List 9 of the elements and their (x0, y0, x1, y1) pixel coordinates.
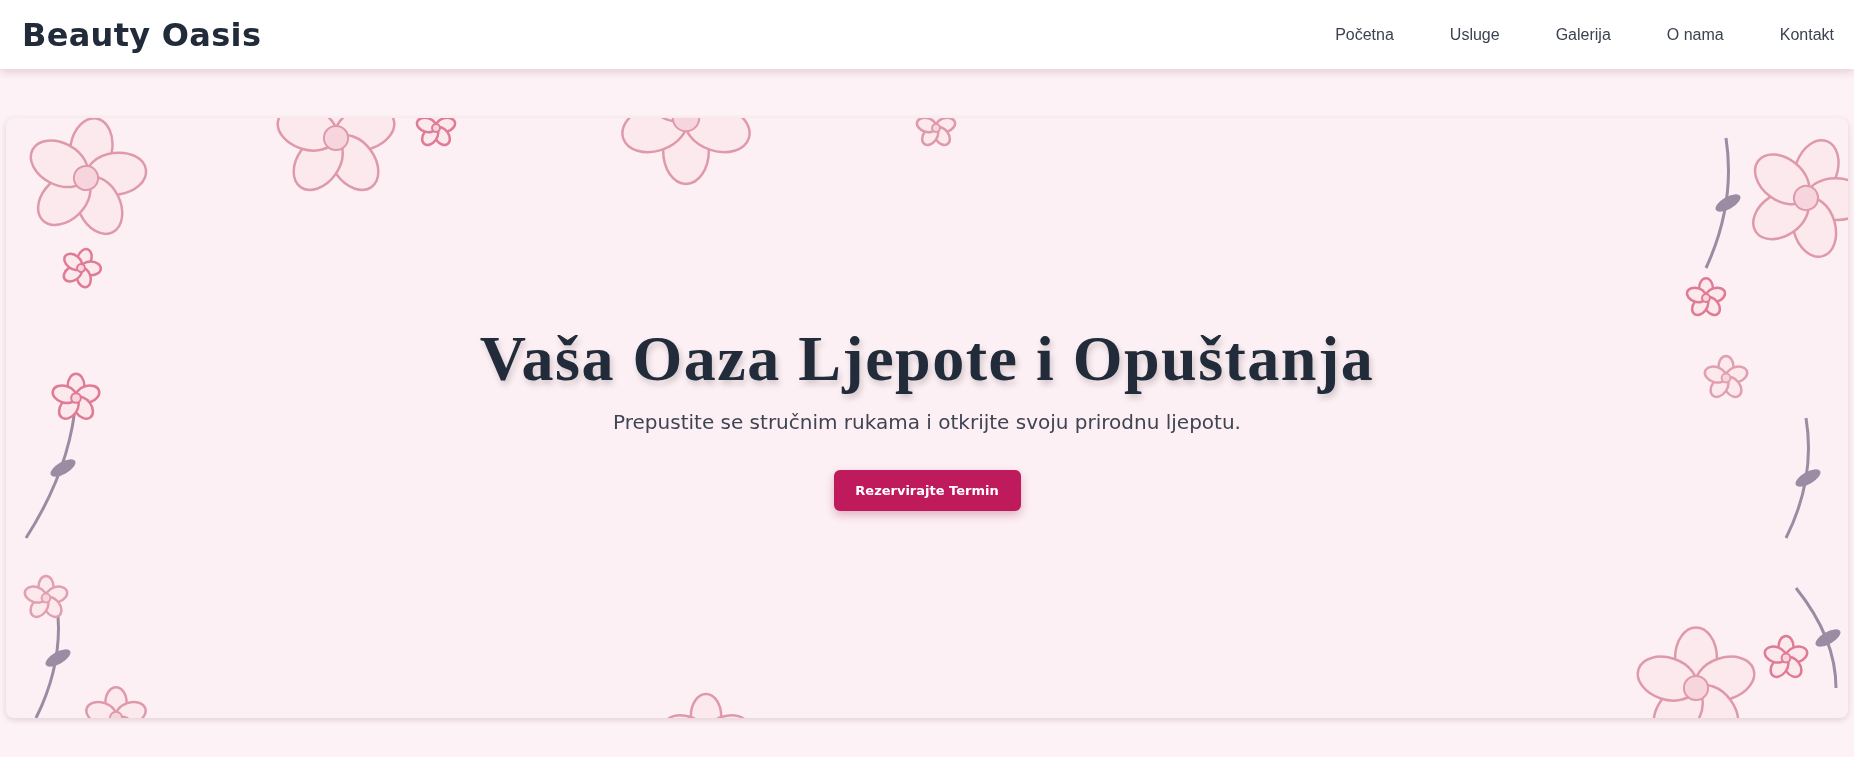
nav-link[interactable]: Usluge (1421, 17, 1528, 52)
nav-link[interactable]: Početna (1307, 17, 1422, 52)
nav-link[interactable]: Kontakt (1751, 17, 1834, 52)
site-logo[interactable]: Beauty Oasis (22, 15, 262, 54)
hero-subtitle: Prepustite se stručnim rukama i otkrijte svoju prirodnu ljepotu. (613, 409, 1241, 434)
nav-link[interactable]: O nama (1638, 17, 1752, 52)
book-appointment-button[interactable]: Rezervirajte Termin (833, 469, 1021, 511)
hero-title: Vaša Oaza Ljepote i Opuštanja (479, 321, 1375, 396)
nav-link[interactable]: Galerija (1527, 17, 1639, 52)
